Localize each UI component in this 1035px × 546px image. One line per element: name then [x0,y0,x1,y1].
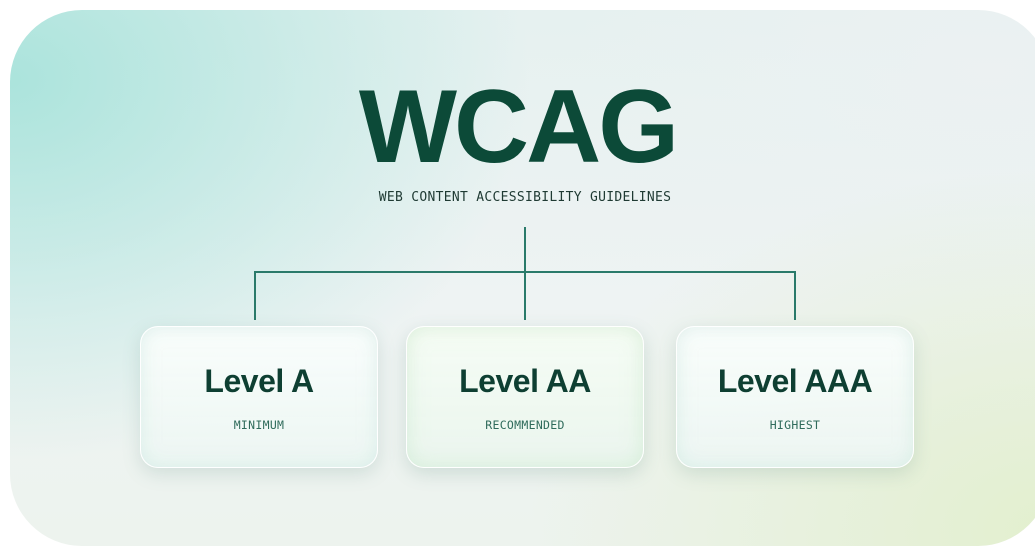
level-aa-title: Level AA [459,363,591,399]
level-aaa-card: Level AAA HIGHEST [676,326,914,468]
level-aa-description: RECOMMENDED [485,418,565,432]
level-aa-card: Level AA RECOMMENDED [406,326,644,468]
level-aaa-description: HIGHEST [769,418,821,432]
level-a-description: MINIMUM [233,418,285,432]
level-a-card: Level A MINIMUM [140,326,378,468]
level-aaa-title: Level AAA [717,363,873,399]
level-a-title: Level A [204,363,314,399]
